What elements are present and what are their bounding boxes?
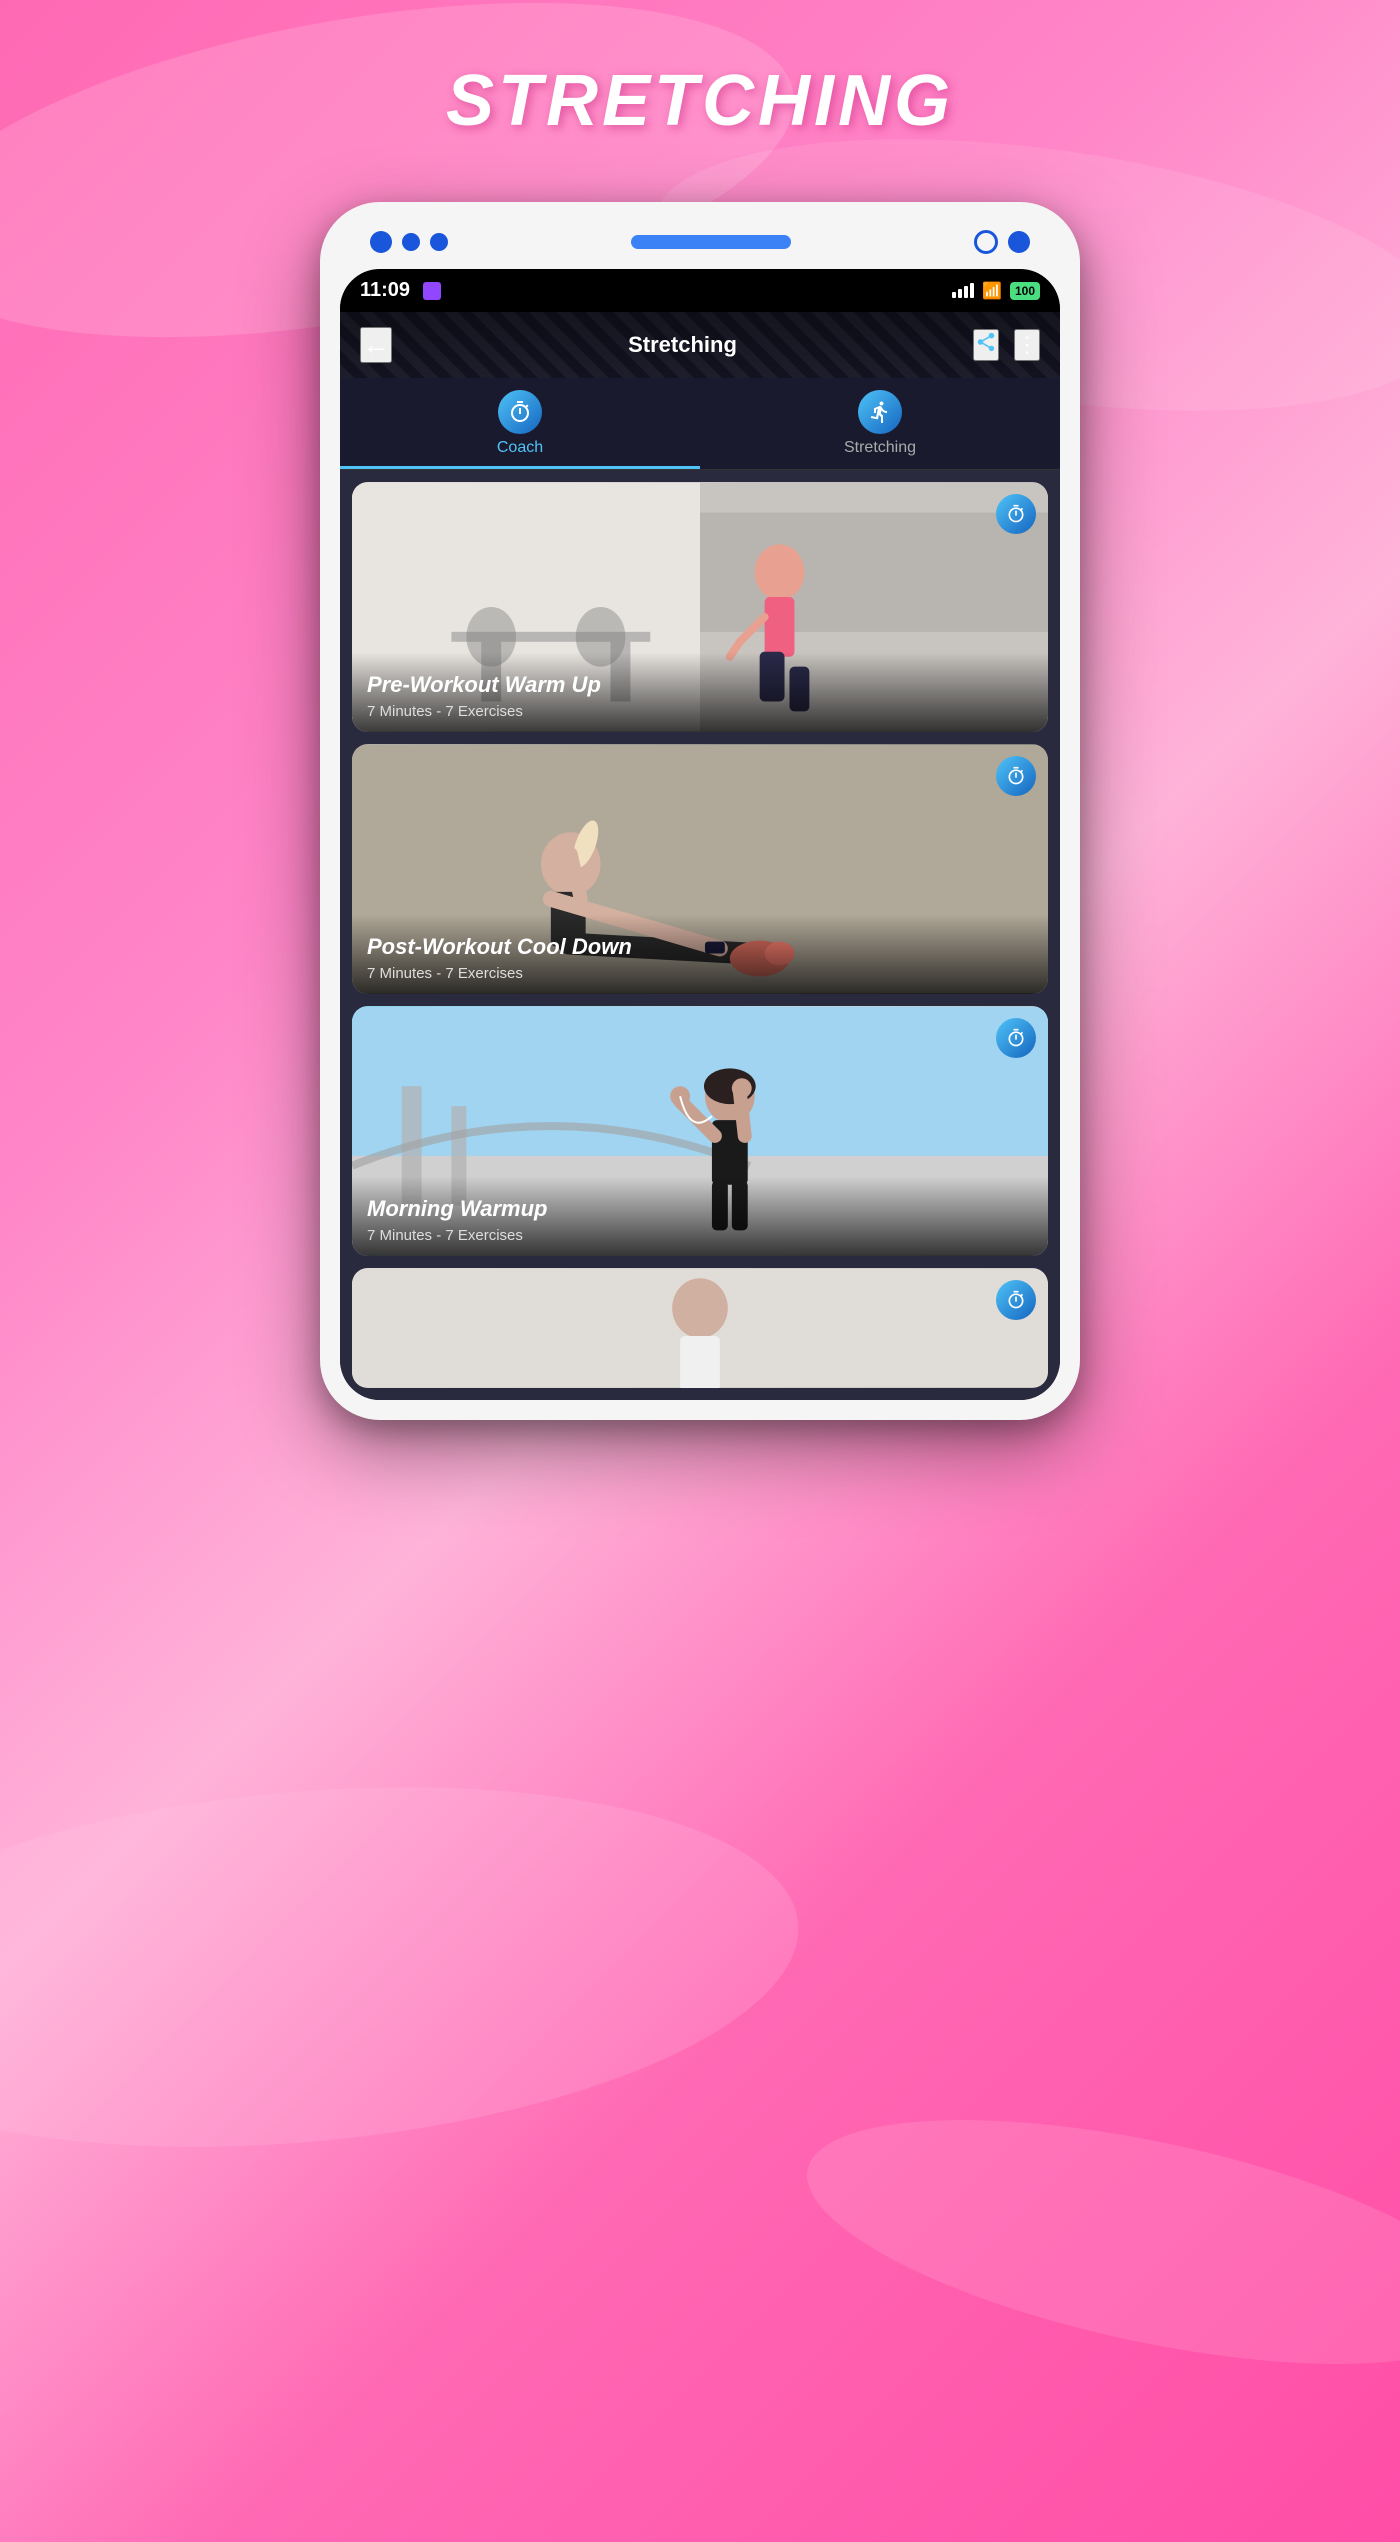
battery-indicator: 100	[1010, 282, 1040, 300]
card-2-subtitle: 7 Minutes - 7 Exercises	[367, 965, 1033, 982]
phone-hardware-top	[340, 222, 1060, 269]
card-3-overlay: Morning Warmup 7 Minutes - 7 Exercises	[352, 1176, 1048, 1256]
wifi-icon: 📶	[982, 281, 1002, 301]
status-icons: 📶 100	[952, 281, 1040, 301]
timer-icon-3	[1006, 1028, 1026, 1048]
status-bar: 11:09 📶 100	[340, 269, 1060, 312]
tab-bar: Coach Stretching	[340, 378, 1060, 470]
workout-card-post[interactable]: Post-Workout Cool Down 7 Minutes - 7 Exe…	[352, 744, 1048, 994]
signal-bar-4	[970, 283, 974, 298]
stretching-tab-label: Stretching	[844, 439, 916, 457]
app-header: ← Stretching ⋮	[340, 312, 1060, 378]
phone-dot-3	[430, 233, 448, 251]
phone-dot-right	[1008, 231, 1030, 253]
phone-left-dots	[370, 231, 448, 253]
back-button[interactable]: ←	[360, 327, 392, 363]
phone-dot-2	[402, 233, 420, 251]
page-title: STRETCHING	[446, 60, 954, 142]
timer-icon-4	[1006, 1290, 1026, 1310]
card-1-title: Pre-Workout Warm Up	[367, 672, 1033, 698]
header-title: Stretching	[628, 332, 737, 358]
card-1-timer	[996, 494, 1036, 534]
twitch-icon	[423, 282, 441, 300]
card-3-title: Morning Warmup	[367, 1196, 1033, 1222]
card-4-timer	[996, 1280, 1036, 1320]
card-2-overlay: Post-Workout Cool Down 7 Minutes - 7 Exe…	[352, 914, 1048, 994]
signal-bar-3	[964, 286, 968, 298]
stretching-tab-icon	[858, 390, 902, 434]
timer-icon-2	[1006, 766, 1026, 786]
timer-icon-1	[1006, 504, 1026, 524]
header-actions: ⋮	[973, 329, 1040, 361]
card-1-overlay: Pre-Workout Warm Up 7 Minutes - 7 Exerci…	[352, 652, 1048, 732]
card-3-timer	[996, 1018, 1036, 1058]
status-time: 11:09	[360, 279, 410, 302]
signal-bars	[952, 283, 974, 298]
phone-dot-1	[370, 231, 392, 253]
workout-card-pre[interactable]: Pre-Workout Warm Up 7 Minutes - 7 Exerci…	[352, 482, 1048, 732]
signal-bar-2	[958, 289, 962, 298]
muscle-icon	[868, 400, 892, 424]
card-1-subtitle: 7 Minutes - 7 Exercises	[367, 703, 1033, 720]
card-4-image	[352, 1268, 1048, 1388]
phone-screen: 11:09 📶 100 ← Stretching	[340, 269, 1060, 1400]
share-icon	[975, 331, 997, 353]
stopwatch-icon	[508, 400, 532, 424]
more-button[interactable]: ⋮	[1014, 329, 1040, 361]
share-button[interactable]	[973, 329, 999, 361]
workout-card-morning[interactable]: Morning Warmup 7 Minutes - 7 Exercises	[352, 1006, 1048, 1256]
tab-coach[interactable]: Coach	[340, 378, 700, 469]
workout-card-4[interactable]	[352, 1268, 1048, 1388]
phone-camera	[974, 230, 998, 254]
content-area: Pre-Workout Warm Up 7 Minutes - 7 Exerci…	[340, 470, 1060, 1400]
coach-tab-icon	[498, 390, 542, 434]
card-2-timer	[996, 756, 1036, 796]
card-2-title: Post-Workout Cool Down	[367, 934, 1033, 960]
card-3-subtitle: 7 Minutes - 7 Exercises	[367, 1227, 1033, 1244]
phone-notch	[631, 235, 791, 249]
tab-stretching[interactable]: Stretching	[700, 378, 1060, 469]
coach-tab-label: Coach	[497, 439, 543, 457]
phone-device: 11:09 📶 100 ← Stretching	[320, 202, 1080, 1420]
phone-right-dots	[974, 230, 1030, 254]
signal-bar-1	[952, 292, 956, 298]
card-4-background	[352, 1268, 1048, 1388]
